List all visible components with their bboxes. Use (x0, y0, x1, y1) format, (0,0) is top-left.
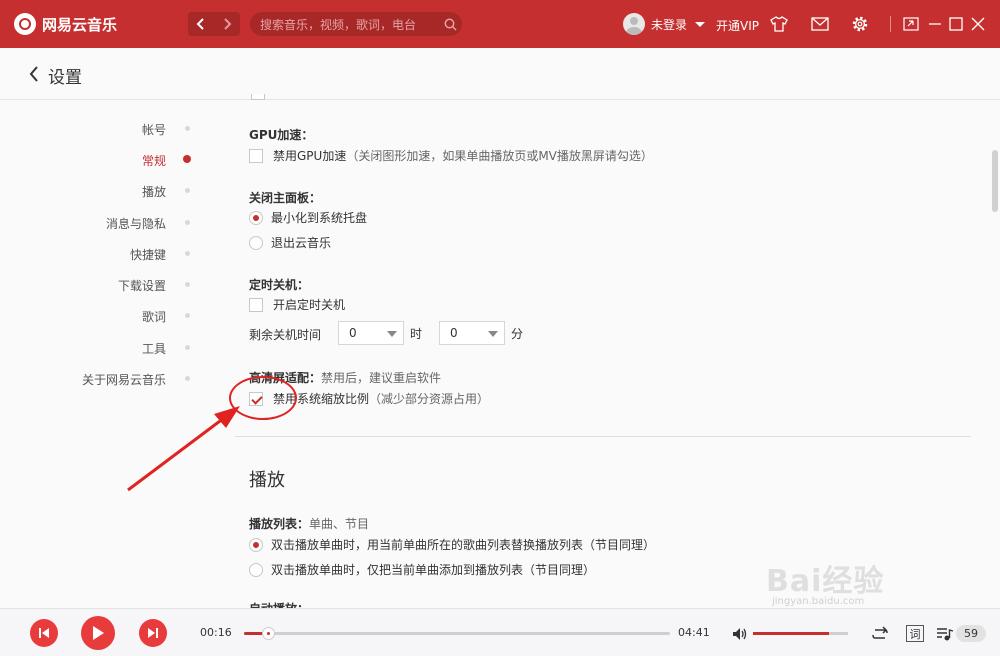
volume-slider[interactable] (753, 632, 848, 635)
playlist-count[interactable]: 59 (956, 625, 986, 642)
total-time: 04:41 (678, 626, 710, 639)
progress-handle[interactable] (262, 627, 276, 640)
progress-bar[interactable] (244, 627, 670, 640)
next-track-button[interactable] (139, 619, 167, 647)
play-icon (93, 626, 104, 640)
previous-icon (39, 628, 49, 638)
volume-icon[interactable] (731, 625, 749, 643)
play-button[interactable] (81, 616, 115, 650)
lyrics-button[interactable]: 词 (906, 625, 924, 642)
watermark-main: Bai经验 (766, 564, 885, 599)
current-time: 00:16 (200, 626, 232, 639)
watermark-sub: jingyan.baidu.com (772, 596, 865, 607)
baidu-watermark: Bai经验 jingyan.baidu.com (766, 556, 885, 607)
playlist-icon[interactable] (936, 625, 954, 643)
player-bar: 00:16 04:41 词 59 (0, 608, 1000, 656)
volume-fill (753, 632, 829, 635)
next-icon (148, 628, 158, 638)
loop-mode-icon[interactable] (871, 625, 889, 643)
previous-track-button[interactable] (30, 619, 58, 647)
